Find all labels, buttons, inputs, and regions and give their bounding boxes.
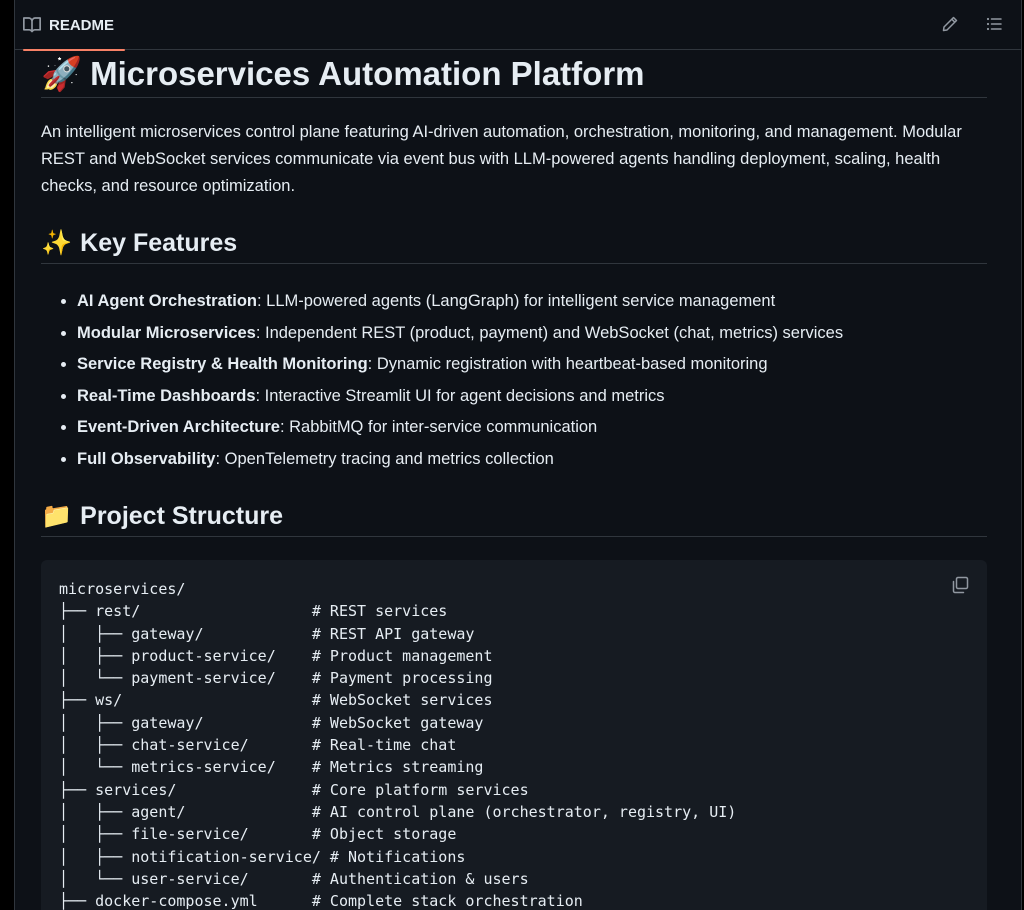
list-item: Full Observability: OpenTelemetry tracin…: [77, 444, 843, 476]
feature-name: Service Registry & Health Monitoring: [77, 355, 368, 374]
readme-header: README: [15, 0, 1021, 51]
list-item: Real-Time Dashboards: Interactive Stream…: [77, 381, 843, 413]
feature-name: Full Observability: [77, 449, 216, 468]
feature-name: Real-Time Dashboards: [77, 386, 256, 405]
folder-icon: 📁: [41, 502, 73, 530]
list-item: Modular Microservices: Independent REST …: [77, 318, 843, 350]
copy-icon: [952, 576, 969, 594]
list-item: Service Registry & Health Monitoring: Dy…: [77, 349, 843, 381]
list-item: Event-Driven Architecture: RabbitMQ for …: [77, 412, 843, 444]
code-line: │ ├── gateway/ # WebSocket gateway: [59, 713, 484, 732]
code-line: │ ├── agent/ # AI control plane (orchest…: [59, 802, 737, 821]
book-icon: [23, 17, 41, 33]
structure-heading-text: Project Structure: [80, 502, 283, 530]
code-line: │ └── user-service/ # Authentication & u…: [59, 869, 529, 888]
feature-name: Modular Microservices: [77, 323, 256, 342]
list-item: AI Agent Orchestration: LLM-powered agen…: [77, 286, 843, 318]
code-line: │ ├── file-service/ # Object storage: [59, 825, 457, 844]
pencil-icon: [942, 16, 958, 32]
feature-desc: : Interactive Streamlit UI for agent dec…: [255, 386, 665, 405]
sparkles-icon: ✨: [41, 229, 73, 257]
rocket-icon: 🚀: [41, 55, 83, 92]
code-line: │ ├── notification-service/ # Notificati…: [59, 847, 466, 866]
feature-desc: : Independent REST (product, payment) an…: [255, 323, 844, 342]
code-line: ├── ws/ # WebSocket services: [59, 691, 493, 710]
code-line: ├── rest/ # REST services: [59, 602, 448, 621]
code-block[interactable]: microservices/ ├── rest/ # REST services…: [41, 560, 987, 910]
feature-desc: : RabbitMQ for inter-service communicati…: [279, 418, 598, 437]
tab-label: README: [49, 16, 115, 34]
outline-button[interactable]: [983, 13, 1005, 35]
feature-desc: : OpenTelemetry tracing and metrics coll…: [215, 449, 554, 468]
copy-button[interactable]: [949, 574, 971, 596]
page-title-text: Microservices Automation Platform: [90, 55, 645, 92]
list-icon: [986, 17, 1002, 31]
code-line: │ └── payment-service/ # Payment process…: [59, 669, 493, 688]
code-line: │ ├── product-service/ # Product managem…: [59, 646, 493, 665]
edit-button[interactable]: [939, 13, 961, 35]
structure-heading: 📁 Project Structure: [41, 497, 987, 537]
feature-name: Event-Driven Architecture: [77, 418, 280, 437]
code-line: │ └── metrics-service/ # Metrics streami…: [59, 758, 484, 777]
code-line: │ ├── chat-service/ # Real-time chat: [59, 736, 457, 755]
code-line: │ ├── gateway/ # REST API gateway: [59, 624, 475, 643]
features-list: AI Agent Orchestration: LLM-powered agen…: [41, 286, 843, 476]
features-heading-text: Key Features: [80, 229, 238, 257]
readme-panel: README 🚀 Microservices Automation Platfo…: [14, 0, 1022, 910]
code-content: microservices/ ├── rest/ # REST services…: [59, 578, 736, 910]
code-line: microservices/: [59, 580, 186, 598]
intro-paragraph: An intelligent microservices control pla…: [41, 123, 962, 195]
page-title: 🚀 Microservices Automation Platform: [41, 50, 987, 98]
code-line: ├── services/ # Core platform services: [59, 780, 529, 799]
features-heading: ✨ Key Features: [41, 224, 987, 264]
tab-readme[interactable]: README: [23, 0, 125, 51]
feature-desc: : Dynamic registration with heartbeat-ba…: [367, 355, 768, 374]
feature-desc: : LLM-powered agents (LangGraph) for int…: [257, 292, 776, 310]
code-line: ├── docker-compose.yml # Complete stack …: [59, 892, 583, 910]
feature-name: AI Agent Orchestration: [77, 292, 257, 310]
